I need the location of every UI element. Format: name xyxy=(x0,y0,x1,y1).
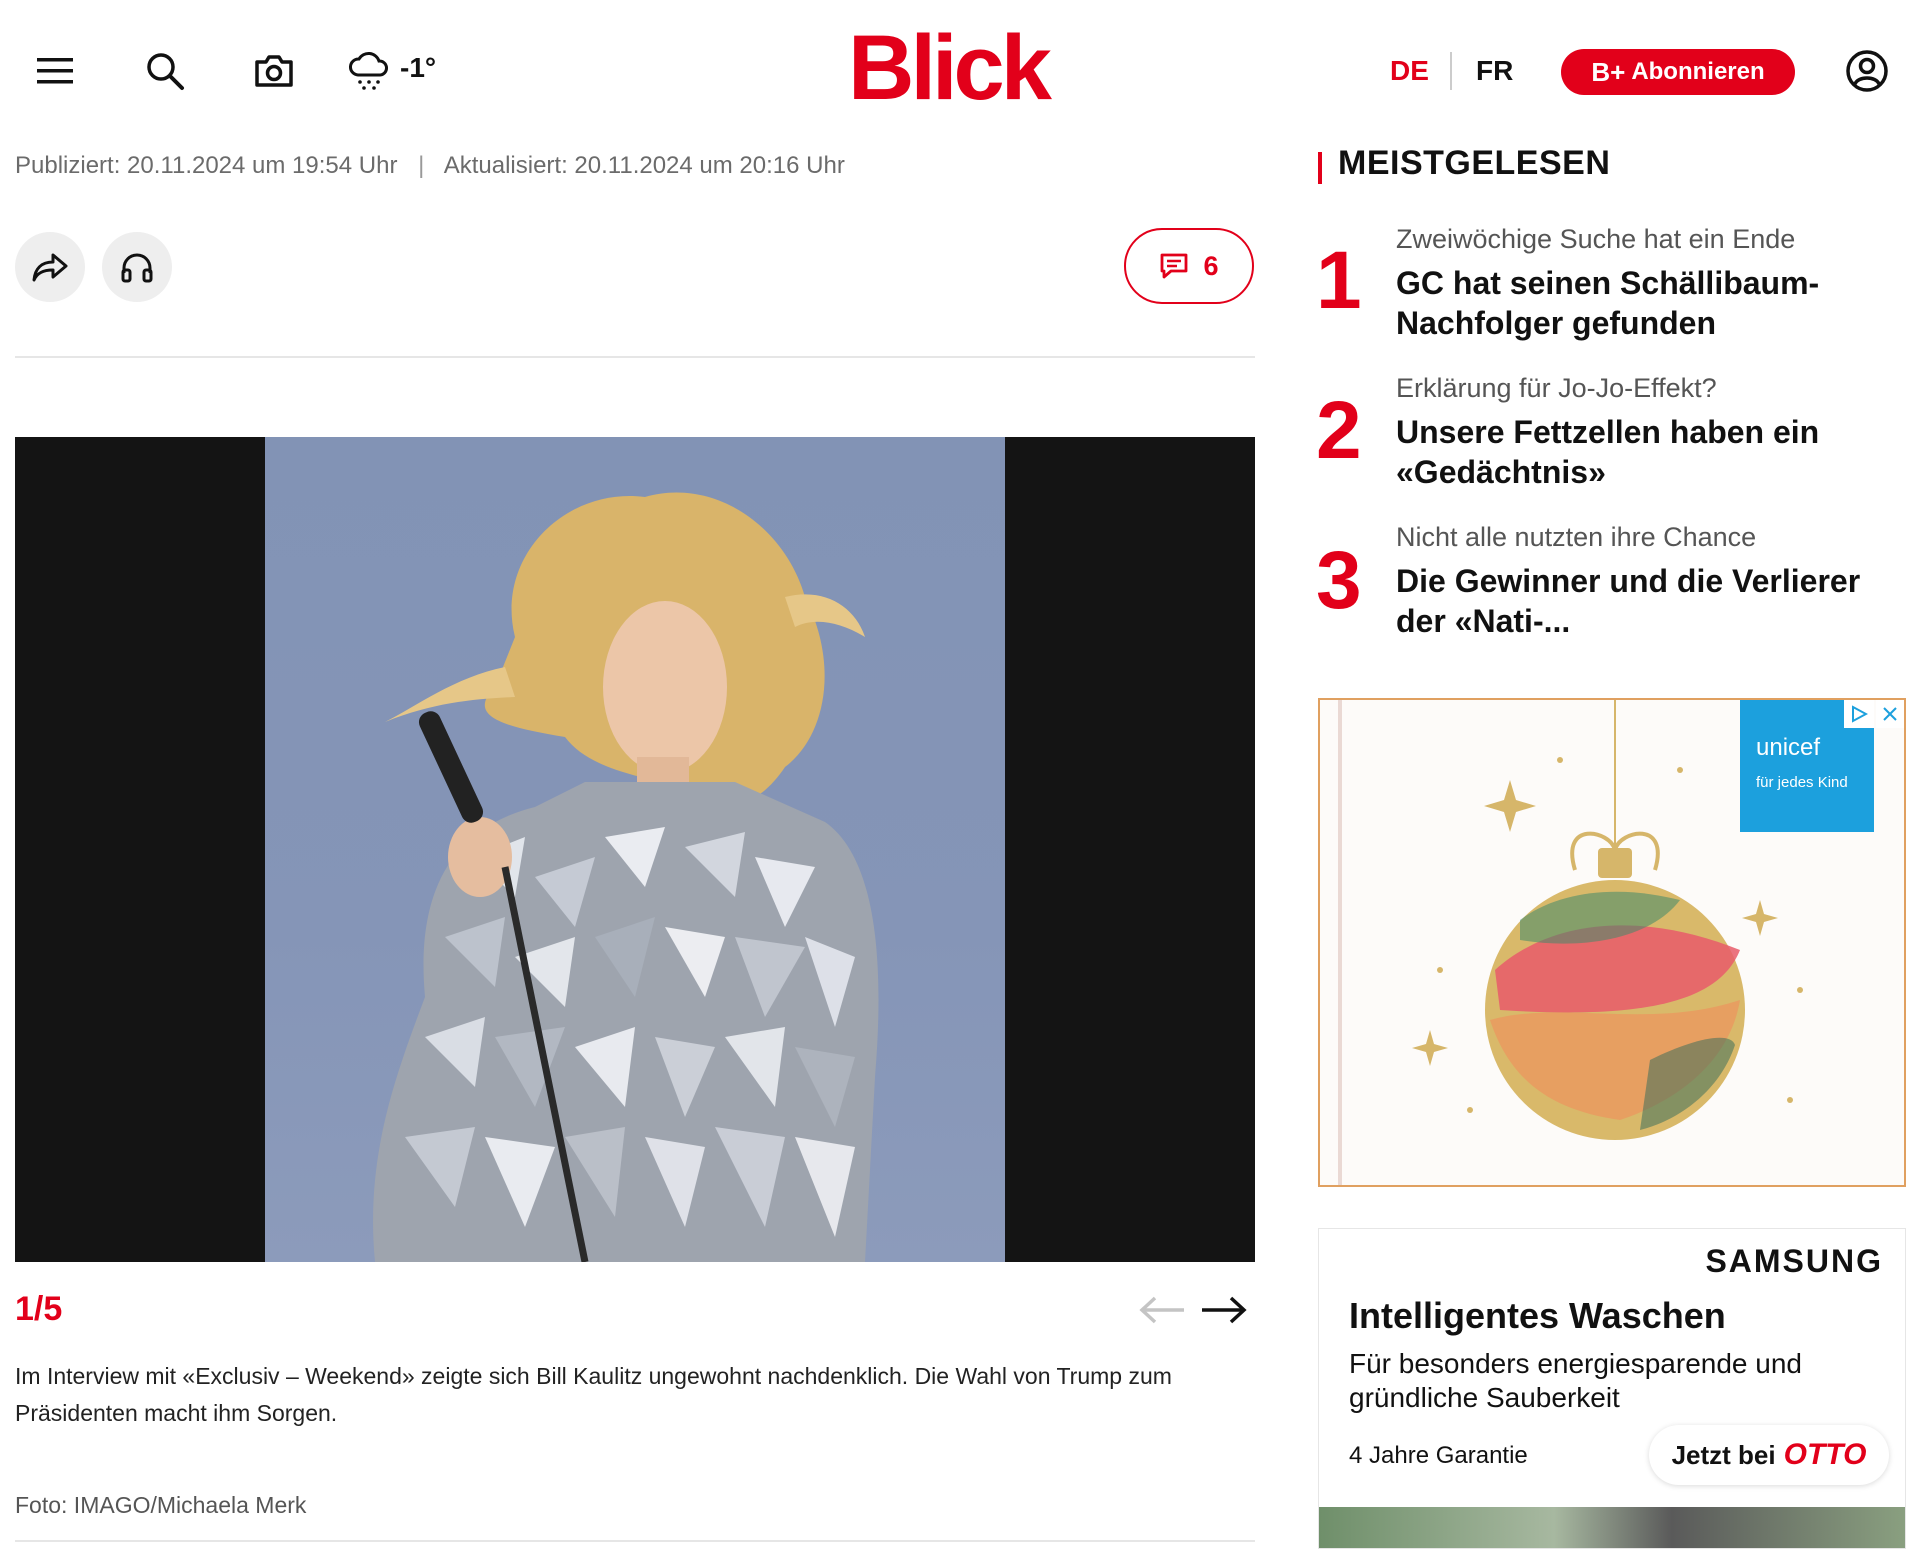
adchoices-icon xyxy=(1852,705,1868,723)
unicef-brand: unicef xyxy=(1756,734,1821,761)
rank-number: 2 xyxy=(1316,385,1362,476)
ad-close-button[interactable] xyxy=(1876,700,1904,728)
meta-separator: | xyxy=(418,152,425,179)
cta-label: Jetzt bei xyxy=(1671,1439,1776,1470)
caption-divider xyxy=(15,1540,1255,1542)
ad-guarantee: 4 Jahre Garantie xyxy=(1349,1442,1528,1469)
performer-illustration xyxy=(373,492,879,1262)
account-button[interactable] xyxy=(1838,42,1896,100)
menu-icon xyxy=(37,58,73,84)
weather-widget[interactable] xyxy=(340,42,398,100)
share-button[interactable] xyxy=(15,232,85,302)
close-icon xyxy=(1883,707,1897,721)
adchoices-button[interactable] xyxy=(1844,700,1874,728)
section-divider xyxy=(15,356,1255,358)
audio-button[interactable] xyxy=(102,232,172,302)
section-accent-bar xyxy=(1318,152,1322,184)
otto-logo: OTTO xyxy=(1783,1438,1867,1471)
ad-headline: Intelligentes Waschen xyxy=(1349,1295,1726,1336)
blick-logo[interactable]: Blick xyxy=(848,22,1052,114)
published-date: Publiziert: 20.11.2024 um 19:54 Uhr xyxy=(15,152,398,179)
gallery-counter: 1/5 xyxy=(15,1290,63,1328)
headline[interactable]: Unsere Fettzellen haben ein «Gedächtnis» xyxy=(1396,412,1896,492)
kicker: Erklärung für Jo-Jo-Effekt? xyxy=(1396,373,1717,403)
headphones-icon xyxy=(121,253,153,283)
samsung-logo: SAMSUNG xyxy=(1705,1243,1883,1279)
gallery-prev-button[interactable] xyxy=(1134,1284,1190,1336)
camera-icon xyxy=(255,55,293,87)
lang-fr[interactable]: FR xyxy=(1476,55,1513,87)
samsung-ad[interactable]: SAMSUNG Intelligentes Waschen Für besond… xyxy=(1318,1228,1906,1549)
unicef-tagline: für jedes Kind xyxy=(1756,774,1848,791)
lang-separator xyxy=(1450,52,1452,90)
search-button[interactable] xyxy=(136,42,194,100)
most-read-title: MEISTGELESEN xyxy=(1338,144,1611,182)
gallery-photo xyxy=(265,437,1005,1262)
unicef-ad[interactable]: unicef für jedes Kind xyxy=(1318,698,1906,1187)
ad-product-image xyxy=(1319,1507,1905,1548)
gallery-caption: Im Interview mit «Exclusiv – Weekend» ze… xyxy=(15,1363,1172,1426)
comment-count: 6 xyxy=(1203,250,1219,281)
rank-number: 1 xyxy=(1316,235,1362,326)
user-icon xyxy=(1846,50,1888,92)
comment-icon xyxy=(1161,253,1188,279)
menu-button[interactable] xyxy=(26,42,84,100)
temperature: -1° xyxy=(400,52,437,83)
bplus-badge: B+ xyxy=(1591,56,1626,87)
comments-button[interactable]: 6 xyxy=(1124,228,1254,304)
camera-button[interactable] xyxy=(245,42,303,100)
subscribe-button[interactable]: B+ Abonnieren xyxy=(1561,49,1795,95)
publish-meta: Publiziert: 20.11.2024 um 19:54 Uhr | Ak… xyxy=(15,152,845,180)
subscribe-label: Abonnieren xyxy=(1631,58,1765,85)
ad-subline: Für besonders energiesparende und gründl… xyxy=(1349,1348,1802,1413)
gallery-next-button[interactable] xyxy=(1196,1284,1252,1336)
arrow-right-icon xyxy=(1202,1296,1247,1324)
image-gallery[interactable] xyxy=(15,437,1255,1262)
snow-cloud-icon xyxy=(349,52,388,90)
share-icon xyxy=(32,253,68,282)
arrow-left-icon xyxy=(1139,1296,1184,1324)
headline[interactable]: Die Gewinner und die Verlierer der «Nati… xyxy=(1396,561,1896,641)
kicker: Nicht alle nutzten ihre Chance xyxy=(1396,522,1757,552)
rank-number: 3 xyxy=(1316,535,1362,626)
headline[interactable]: GC hat seinen Schällibaum-Nachfolger gef… xyxy=(1396,263,1896,343)
kicker: Zweiwöchige Suche hat ein Ende xyxy=(1396,224,1796,254)
otto-cta-button[interactable]: Jetzt bei OTTO xyxy=(1649,1425,1889,1485)
lang-de[interactable]: DE xyxy=(1390,55,1429,87)
search-icon xyxy=(147,53,184,90)
updated-date: Aktualisiert: 20.11.2024 um 20:16 Uhr xyxy=(443,152,845,179)
photo-credit: Foto: IMAGO/Michaela Merk xyxy=(15,1492,307,1518)
